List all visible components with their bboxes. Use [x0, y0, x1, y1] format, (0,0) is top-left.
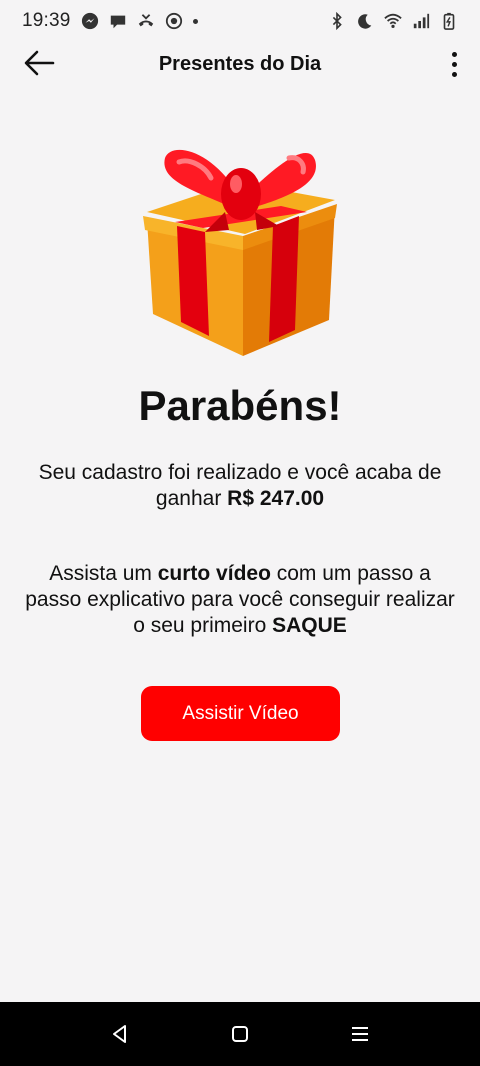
instruction-bold-2: SAQUE: [272, 614, 347, 637]
status-left: 19:39: [22, 10, 198, 32]
missed-call-icon: [137, 12, 155, 30]
messenger-icon: [81, 12, 99, 30]
status-time: 19:39: [22, 10, 71, 31]
notification-dot: [192, 18, 198, 24]
page-title: Presentes do Dia: [158, 52, 322, 75]
nav-back-button[interactable]: [105, 1019, 135, 1049]
recents-lines-icon: [352, 1027, 368, 1041]
instruction-bold-1: curto vídeo: [157, 562, 271, 585]
video-instruction: Assista um curto vídeo com um passo a pa…: [20, 561, 460, 639]
more-vertical-icon: [451, 51, 457, 57]
prize-amount: R$ 247.00: [227, 487, 325, 510]
arrow-left-icon: [24, 50, 55, 76]
app-bar: Presentes do Dia: [0, 42, 480, 86]
system-nav-bar: [0, 1002, 480, 1066]
nav-home-button[interactable]: [225, 1019, 255, 1049]
signal-icon: [412, 12, 430, 30]
registration-message: Seu cadastro foi realizado e você acaba …: [20, 460, 460, 512]
nav-recents-button[interactable]: [345, 1019, 375, 1049]
gift-box-icon: [139, 142, 341, 360]
target-icon: [165, 12, 183, 30]
chat-bubble-icon: [109, 12, 127, 30]
back-triangle-icon: [113, 1025, 126, 1043]
status-right: [328, 12, 458, 30]
back-button[interactable]: [22, 46, 56, 80]
watch-video-button[interactable]: Assistir Vídeo: [141, 686, 340, 741]
home-square-icon: [232, 1026, 248, 1042]
more-options-button[interactable]: [442, 46, 466, 82]
wifi-icon: [384, 12, 402, 30]
battery-charging-icon: [440, 12, 458, 30]
headline: Parabéns!: [138, 382, 342, 429]
bluetooth-icon: [328, 12, 346, 30]
screen: 19:39 Presentes do Dia Parabéns! Seu cad…: [0, 0, 480, 1066]
do-not-disturb-moon-icon: [356, 12, 374, 30]
status-bar: 19:39: [0, 0, 480, 42]
instruction-text-1: Assista um: [49, 562, 158, 585]
